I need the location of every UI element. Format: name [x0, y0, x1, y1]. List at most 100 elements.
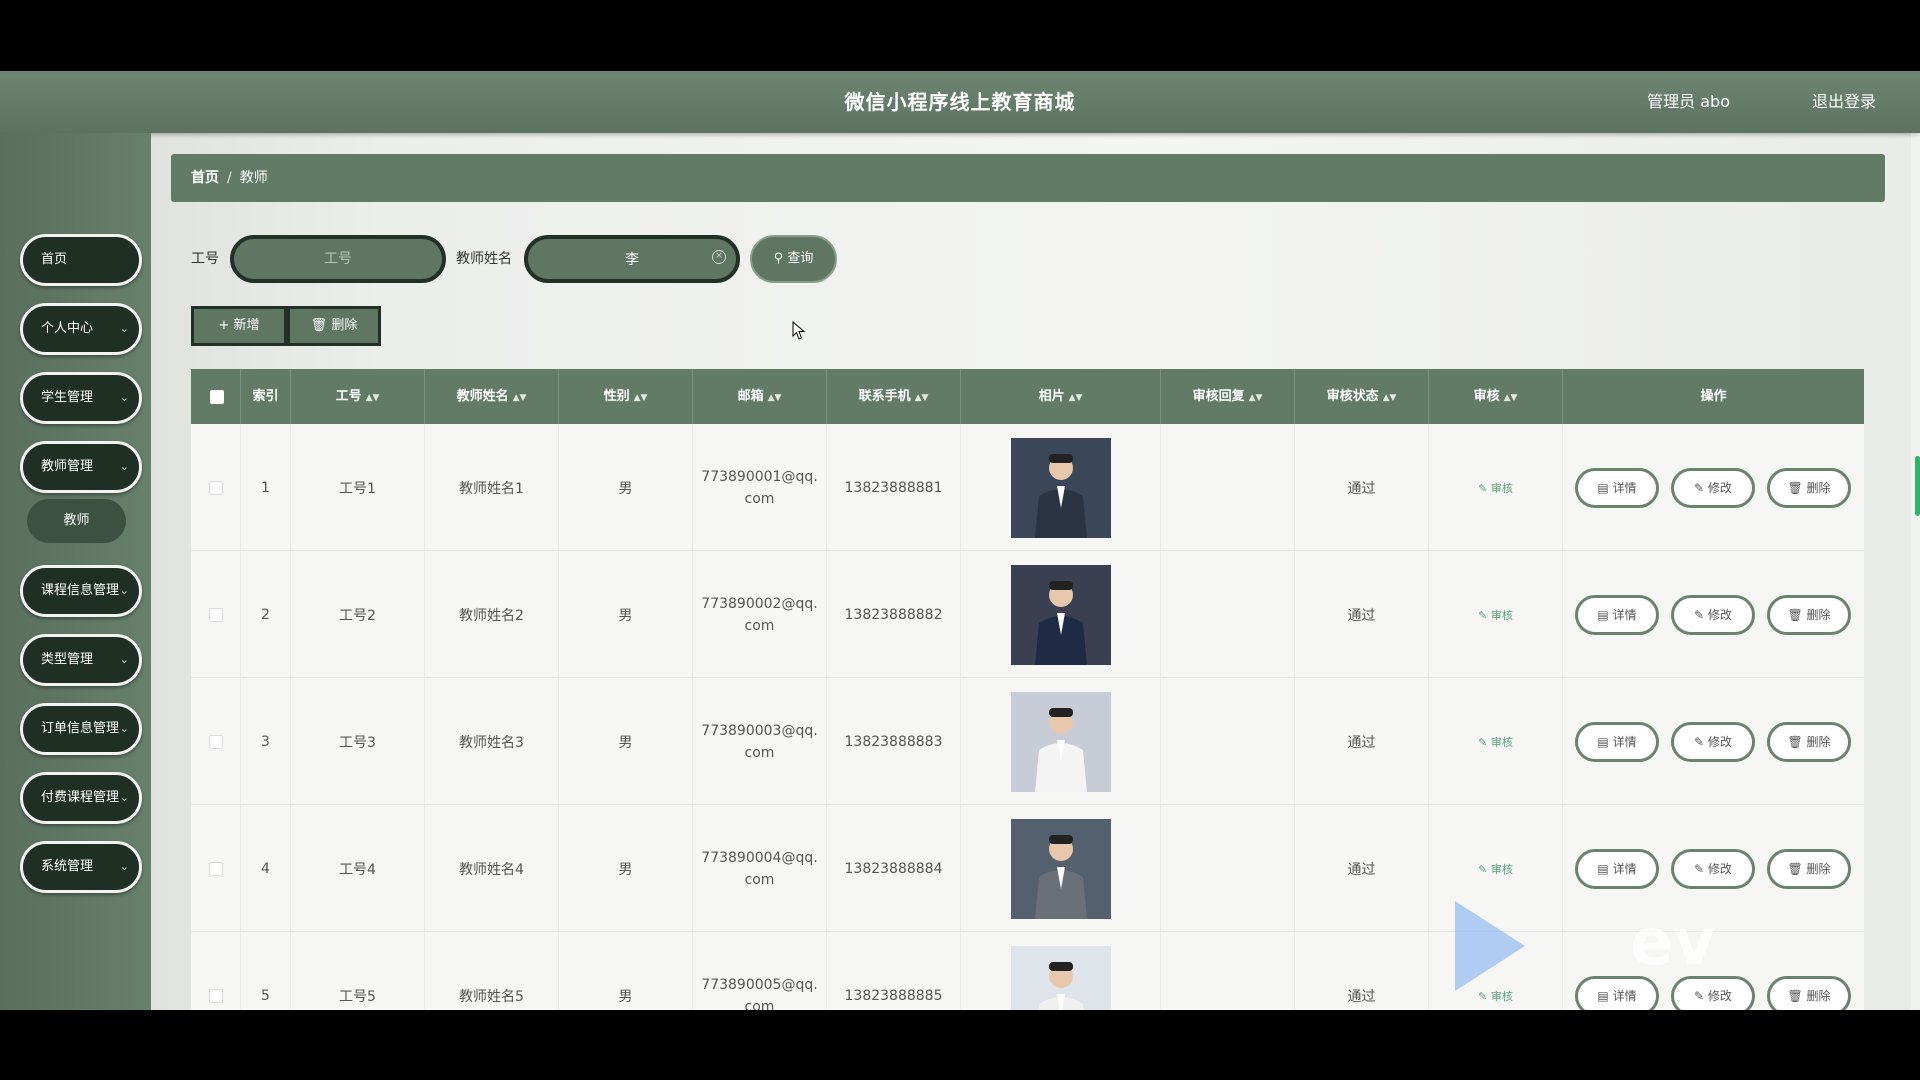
row-delete-button[interactable]: 🗑 删除 — [1767, 849, 1851, 889]
phone-text: 13823888882 — [844, 606, 943, 623]
edit-button[interactable]: ✎ 修改 — [1671, 468, 1755, 508]
row-checkbox[interactable] — [208, 607, 223, 622]
detail-button[interactable]: ▤ 详情 — [1575, 849, 1659, 889]
cell-phone: 13823888881 — [827, 424, 961, 551]
mouse-cursor-icon — [792, 321, 806, 340]
row-checkbox[interactable] — [208, 988, 223, 1003]
sidebar-item-system[interactable]: 系统管理 ⌄ — [20, 841, 142, 893]
edit-button[interactable]: ✎ 修改 — [1671, 722, 1755, 762]
detail-button[interactable]: ▤ 详情 — [1575, 722, 1659, 762]
batch-delete-button[interactable]: 🗑 删除 — [287, 306, 381, 346]
status-text: 通过 — [1347, 861, 1376, 878]
cell-gender: 男 — [559, 932, 693, 1010]
teacher-name-input-field[interactable] — [528, 239, 736, 279]
sort-icon: ▲▼ — [512, 393, 527, 403]
header-photo[interactable]: 相片 ▲▼ — [961, 369, 1161, 424]
chevron-down-icon: ⌄ — [119, 391, 129, 404]
sidebar-item-teachers[interactable]: 教师管理 ⌄ — [20, 441, 142, 493]
person-icon — [1037, 961, 1084, 1010]
audit-link[interactable]: ✎ 审核 — [1478, 734, 1513, 750]
chevron-down-icon: ⌄ — [119, 791, 129, 804]
person-icon — [1034, 834, 1087, 919]
breadcrumb: 首页 / 教师 — [171, 154, 1885, 202]
cell-gender: 男 — [559, 424, 693, 551]
cell-photo — [961, 678, 1161, 805]
row-delete-button[interactable]: 🗑 删除 — [1767, 976, 1851, 1010]
row-checkbox[interactable] — [208, 734, 223, 749]
person-icon — [1034, 453, 1087, 538]
cell-reply — [1161, 424, 1295, 551]
teacher-name-search-input[interactable]: × — [524, 235, 740, 283]
cell-name: 教师姓名2 — [425, 551, 559, 678]
audit-link[interactable]: ✎ 审核 — [1478, 861, 1513, 877]
header-audit[interactable]: 审核 ▲▼ — [1429, 369, 1563, 424]
detail-button[interactable]: ▤ 详情 — [1575, 468, 1659, 508]
page-scrollbar[interactable] — [1911, 133, 1920, 1010]
row-checkbox[interactable] — [208, 861, 223, 876]
header-email[interactable]: 邮箱 ▲▼ — [693, 369, 827, 424]
edit-button[interactable]: ✎ 修改 — [1671, 849, 1755, 889]
row-delete-button[interactable]: 🗑 删除 — [1767, 722, 1851, 762]
sidebar-item-types[interactable]: 类型管理 ⌄ — [20, 634, 142, 686]
row-delete-button[interactable]: 🗑 删除 — [1767, 595, 1851, 635]
id-search-input[interactable] — [230, 235, 446, 283]
current-user: 管理员 abo — [1647, 92, 1730, 111]
sidebar-item-students[interactable]: 学生管理 ⌄ — [20, 372, 142, 424]
breadcrumb-separator: / — [227, 170, 232, 186]
index-text: 1 — [261, 479, 270, 496]
sidebar-item-courses[interactable]: 课程信息管理 ⌄ — [20, 565, 142, 617]
detail-button[interactable]: ▤ 详情 — [1575, 976, 1659, 1010]
table-row: 5 工号5 教师姓名5 男 773890005@qq. com 13823888885 通过 ✎… — [191, 932, 1864, 1010]
email-line: 773890004@qq. — [701, 849, 818, 866]
edit-button[interactable]: ✎ 修改 — [1671, 976, 1755, 1010]
cell-name: 教师姓名1 — [425, 424, 559, 551]
cell-gender: 男 — [559, 805, 693, 932]
phone-text: 13823888881 — [844, 479, 943, 496]
header-gender[interactable]: 性别 ▲▼ — [559, 369, 693, 424]
header-audit-reply[interactable]: 审核回复 ▲▼ — [1161, 369, 1295, 424]
scrollbar-thumb[interactable] — [1915, 456, 1920, 516]
cell-photo — [961, 805, 1161, 932]
chevron-down-icon: ⌄ — [119, 860, 129, 873]
header-teacher-name[interactable]: 教师姓名 ▲▼ — [425, 369, 559, 424]
header-audit-status[interactable]: 审核状态 ▲▼ — [1295, 369, 1429, 424]
row-delete-button[interactable]: 🗑 删除 — [1767, 468, 1851, 508]
audit-link[interactable]: ✎ 审核 — [1478, 607, 1513, 623]
breadcrumb-home[interactable]: 首页 — [191, 170, 219, 186]
cell-status: 通过 — [1295, 678, 1429, 805]
cell-reply — [1161, 932, 1295, 1010]
sidebar-item-profile[interactable]: 个人中心 ⌄ — [20, 303, 142, 355]
cell-audit: ✎ 审核 — [1429, 551, 1563, 678]
status-text: 通过 — [1347, 734, 1376, 751]
select-all-checkbox[interactable] — [210, 390, 224, 404]
sidebar-item-home[interactable]: 首页 — [20, 234, 142, 286]
teacher-photo — [1010, 818, 1111, 919]
id-input-field[interactable] — [234, 239, 442, 279]
name-text: 教师姓名3 — [459, 734, 524, 751]
chevron-down-icon: ⌄ — [119, 653, 129, 666]
sidebar-item-orders[interactable]: 订单信息管理 ⌄ — [20, 703, 142, 755]
query-button[interactable]: ⚲ 查询 — [750, 235, 837, 283]
cell-gender: 男 — [559, 551, 693, 678]
sidebar-item-label: 订单信息管理 — [41, 721, 120, 736]
cell-phone: 13823888882 — [827, 551, 961, 678]
email-line: com — [744, 871, 775, 888]
top-bar: 微信小程序线上教育商城 管理员 abo 退出登录 — [0, 71, 1920, 133]
header-select-all[interactable] — [191, 369, 241, 424]
header-id[interactable]: 工号 ▲▼ — [291, 369, 425, 424]
clear-icon[interactable]: × — [712, 250, 726, 264]
add-button[interactable]: + 新增 — [191, 306, 287, 346]
edit-button[interactable]: ✎ 修改 — [1671, 595, 1755, 635]
cell-email: 773890002@qq. com — [693, 551, 827, 678]
sidebar-item-paid-courses[interactable]: 付费课程管理 ⌄ — [20, 772, 142, 824]
audit-link[interactable]: ✎ 审核 — [1478, 480, 1513, 496]
header-phone[interactable]: 联系手机 ▲▼ — [827, 369, 961, 424]
sidebar-item-label: 首页 — [41, 252, 68, 267]
logout-link[interactable]: 退出登录 — [1812, 71, 1876, 133]
sidebar-subitem-teacher[interactable]: 教师 — [27, 499, 126, 543]
table-header: 索引 工号 ▲▼ 教师姓名 ▲▼ 性别 ▲▼ 邮箱 ▲▼ 联系手机 ▲▼ 相片 ▲▼ 审核回… — [191, 369, 1864, 424]
cell-email: 773890004@qq. com — [693, 805, 827, 932]
table-row: 3 工号3 教师姓名3 男 773890003@qq. com 13823888883 通过 ✎… — [191, 678, 1864, 805]
detail-button[interactable]: ▤ 详情 — [1575, 595, 1659, 635]
row-checkbox[interactable] — [208, 480, 223, 495]
